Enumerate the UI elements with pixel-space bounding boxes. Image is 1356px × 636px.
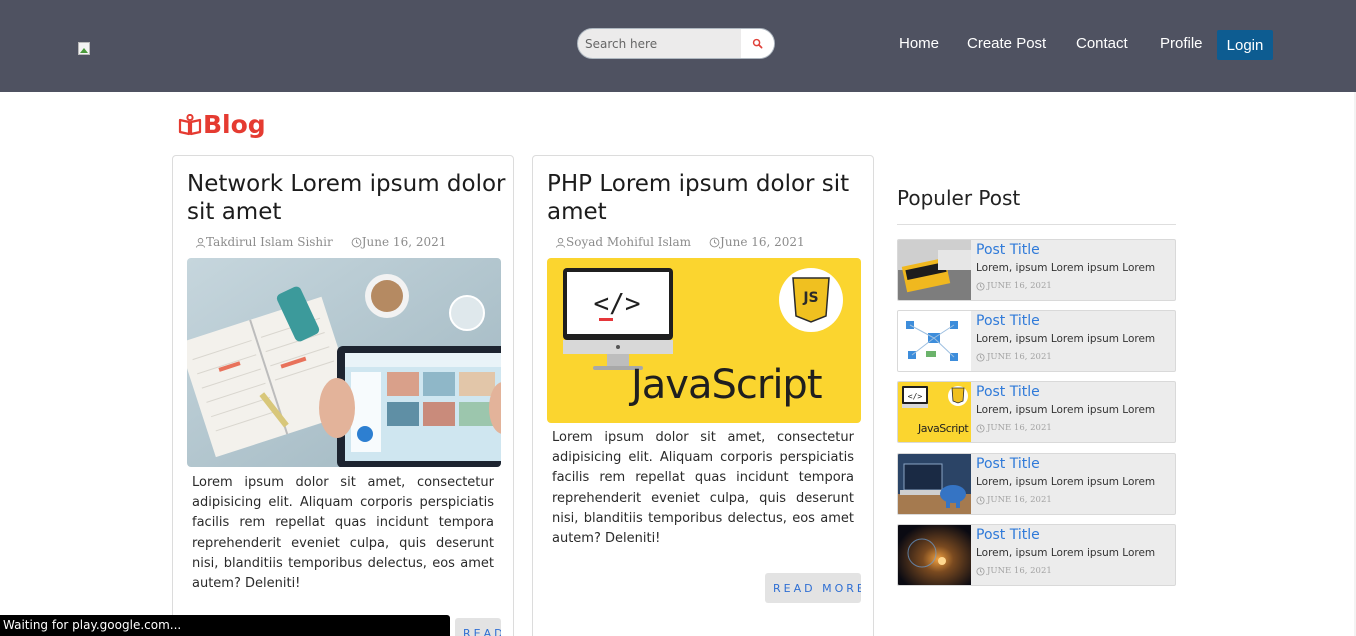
clock-icon bbox=[709, 237, 720, 247]
popular-post-date: JUNE 16, 2021 bbox=[976, 352, 1052, 362]
popular-post-date: JUNE 16, 2021 bbox=[976, 281, 1052, 291]
clock-icon bbox=[976, 281, 985, 291]
popular-post-title[interactable]: Post Title bbox=[976, 242, 1040, 258]
popular-post-thumbnail: </> JavaScript bbox=[898, 382, 971, 442]
user-icon bbox=[555, 237, 566, 248]
javascript-image-caption: JavaScript bbox=[631, 362, 823, 408]
popular-post-date-text: JUNE 16, 2021 bbox=[987, 352, 1052, 362]
popular-post-title[interactable]: Post Title bbox=[976, 313, 1040, 329]
popular-post-thumbnail bbox=[898, 454, 971, 514]
popular-post-item[interactable]: </> JavaScript Post Title Lorem, ipsum L… bbox=[897, 381, 1176, 443]
popular-posts-heading: Populer Post bbox=[897, 186, 1021, 210]
popular-post-date-text: JUNE 16, 2021 bbox=[987, 495, 1052, 505]
open-book-icon bbox=[178, 113, 202, 135]
blog-heading: Blog bbox=[178, 110, 266, 139]
read-more-button[interactable]: READ MORE bbox=[455, 618, 501, 636]
post-meta: Soyad Mohiful Islam June 16, 2021 bbox=[555, 235, 805, 249]
post-title[interactable]: Network Lorem ipsum dolor sit amet bbox=[187, 170, 507, 226]
popular-post-item[interactable]: Post Title Lorem, ipsum Lorem ipsum Lore… bbox=[897, 524, 1176, 586]
popular-post-item[interactable]: Post Title Lorem, ipsum Lorem ipsum Lore… bbox=[897, 239, 1176, 301]
popular-post-item[interactable]: Post Title Lorem, ipsum Lorem ipsum Lore… bbox=[897, 310, 1176, 372]
nav-profile-link[interactable]: Profile bbox=[1160, 35, 1203, 52]
popular-post-date-text: JUNE 16, 2021 bbox=[987, 281, 1052, 291]
popular-post-title[interactable]: Post Title bbox=[976, 527, 1040, 543]
popular-post-thumbnail bbox=[898, 525, 971, 585]
sidebar-divider bbox=[897, 224, 1176, 225]
popular-post-thumbnail bbox=[898, 240, 971, 300]
popular-post-text: Lorem, ipsum Lorem ipsum Lorem bbox=[976, 476, 1156, 488]
clock-icon bbox=[351, 237, 362, 247]
blog-heading-text: Blog bbox=[203, 110, 266, 139]
post-author: Soyad Mohiful Islam bbox=[566, 235, 692, 249]
browser-status-bar: Waiting for play.google.com... bbox=[0, 615, 450, 636]
post-image-tablet-desk[interactable] bbox=[187, 258, 501, 467]
search-box bbox=[577, 28, 775, 59]
clock-icon bbox=[976, 423, 985, 433]
popular-post-item[interactable]: Post Title Lorem, ipsum Lorem ipsum Lore… bbox=[897, 453, 1176, 515]
search-input[interactable] bbox=[578, 29, 742, 58]
read-more-button[interactable]: READ MORE bbox=[765, 573, 861, 603]
site-header bbox=[0, 0, 1356, 92]
popular-post-text: Lorem, ipsum Lorem ipsum Lorem bbox=[976, 404, 1156, 416]
post-card: Network Lorem ipsum dolor sit amet Takdi… bbox=[172, 155, 514, 636]
popular-post-title[interactable]: Post Title bbox=[976, 384, 1040, 400]
clock-icon bbox=[976, 352, 985, 362]
popular-post-date-text: JUNE 16, 2021 bbox=[987, 566, 1052, 576]
nav-contact-link[interactable]: Contact bbox=[1076, 35, 1128, 52]
popular-post-title[interactable]: Post Title bbox=[976, 456, 1040, 472]
clock-icon bbox=[976, 566, 985, 576]
js-badge-label: JS bbox=[803, 290, 819, 306]
svg-text:</>: </> bbox=[594, 289, 641, 319]
post-excerpt: Lorem ipsum dolor sit amet, consectetur … bbox=[552, 430, 854, 547]
search-icon bbox=[752, 38, 763, 49]
popular-post-date-text: JUNE 16, 2021 bbox=[987, 423, 1052, 433]
popular-post-text: Lorem, ipsum Lorem ipsum Lorem bbox=[976, 262, 1156, 274]
user-icon bbox=[195, 237, 206, 248]
nav-home-link[interactable]: Home bbox=[899, 35, 939, 52]
popular-post-date: JUNE 16, 2021 bbox=[976, 423, 1052, 433]
search-button[interactable] bbox=[741, 29, 774, 58]
popular-post-text: Lorem, ipsum Lorem ipsum Lorem bbox=[976, 333, 1156, 345]
post-excerpt: Lorem ipsum dolor sit amet, consectetur … bbox=[192, 475, 494, 592]
logo-broken-image-icon[interactable] bbox=[78, 42, 94, 56]
post-date: June 16, 2021 bbox=[720, 235, 805, 249]
popular-post-thumbnail bbox=[898, 311, 971, 371]
thumbnail-javascript-caption: JavaScript bbox=[918, 422, 969, 435]
post-meta: Takdirul Islam Sishir June 16, 2021 bbox=[195, 235, 446, 249]
svg-text:</>: </> bbox=[908, 392, 923, 401]
post-author: Takdirul Islam Sishir bbox=[206, 235, 333, 249]
popular-post-date: JUNE 16, 2021 bbox=[976, 566, 1052, 576]
login-button[interactable]: Login bbox=[1217, 30, 1273, 60]
post-date: June 16, 2021 bbox=[361, 235, 447, 249]
nav-create-post-link[interactable]: Create Post bbox=[967, 35, 1046, 52]
post-image-javascript[interactable]: </> JS JavaScript bbox=[547, 258, 861, 423]
popular-post-text: Lorem, ipsum Lorem ipsum Lorem bbox=[976, 547, 1156, 559]
post-card: PHP Lorem ipsum dolor sit amet Soyad Moh… bbox=[532, 155, 874, 636]
clock-icon bbox=[976, 495, 985, 505]
popular-post-date: JUNE 16, 2021 bbox=[976, 495, 1052, 505]
post-title[interactable]: PHP Lorem ipsum dolor sit amet bbox=[547, 170, 867, 226]
